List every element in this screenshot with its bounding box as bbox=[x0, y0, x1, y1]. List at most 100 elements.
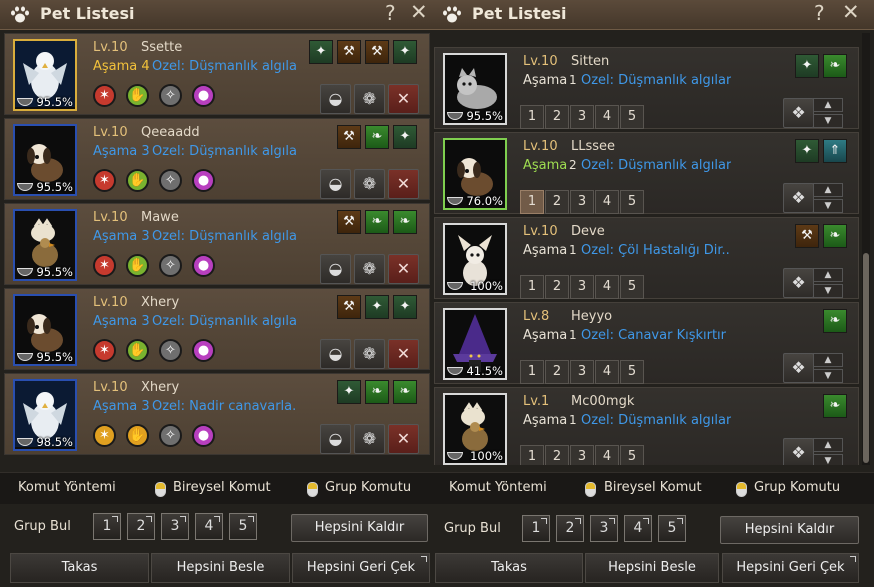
title-bar[interactable]: Pet Listesi ? ✕ bbox=[432, 0, 874, 30]
pet-card[interactable]: 76.0% Lv.10 LLssee Aşama 2 Özel: Düşmanlık al… bbox=[434, 132, 859, 214]
recall-button[interactable]: ✕ bbox=[388, 424, 419, 454]
pet-skill-icon[interactable]: ❧ bbox=[393, 380, 417, 404]
paw-button[interactable]: ❁ bbox=[354, 254, 385, 284]
group-slot-4[interactable]: 4 bbox=[595, 105, 619, 129]
pet-portrait[interactable]: 100% bbox=[443, 223, 507, 295]
recall-button[interactable]: ✕ bbox=[388, 169, 419, 199]
paw-button[interactable]: ❁ bbox=[354, 424, 385, 454]
pet-skill-icon[interactable]: ✦ bbox=[795, 139, 819, 163]
pet-skill-icon[interactable]: ✦ bbox=[337, 380, 361, 404]
group-slot-5[interactable]: 5 bbox=[658, 515, 686, 542]
move-command-icon[interactable]: ✧ bbox=[159, 169, 182, 192]
group-slot-3[interactable]: 3 bbox=[570, 445, 594, 465]
group-slot-5[interactable]: 5 bbox=[620, 275, 644, 299]
pet-skill-icon[interactable]: ✦ bbox=[795, 54, 819, 78]
individual-command-option[interactable]: Bireysel Komut bbox=[604, 480, 702, 495]
group-slot-3[interactable]: 3 bbox=[570, 360, 594, 384]
recall-button[interactable]: ✕ bbox=[388, 254, 419, 284]
pet-skill-icon[interactable]: ✦ bbox=[393, 295, 417, 319]
individual-command-option[interactable]: Bireysel Komut bbox=[173, 480, 271, 495]
pet-skill-icon[interactable]: ❧ bbox=[393, 210, 417, 234]
recall-all-button[interactable]: Hepsini Geri Çek bbox=[292, 553, 430, 583]
pet-skill-icon[interactable]: ✦ bbox=[365, 295, 389, 319]
move-down-button[interactable]: ▼ bbox=[813, 369, 843, 383]
pet-card[interactable]: 95.5% Lv.10 Qeeaadd Aşama 3 Özel: Düşmanlık … bbox=[4, 118, 430, 200]
pet-skill-icon[interactable]: ❧ bbox=[365, 210, 389, 234]
summon-button[interactable]: ❖ bbox=[783, 353, 814, 383]
group-slot-1[interactable]: 1 bbox=[93, 513, 121, 540]
pet-portrait[interactable]: 95.5% bbox=[13, 294, 77, 366]
pet-skill-icon[interactable]: ✦ bbox=[393, 40, 417, 64]
pet-skill-icon[interactable]: ❧ bbox=[365, 125, 389, 149]
paw-button[interactable]: ❁ bbox=[354, 339, 385, 369]
feed-button[interactable]: ◒ bbox=[320, 84, 351, 114]
pet-card[interactable]: 95.5% Lv.10 Xhery Aşama 3 Özel: Düşmanlık al… bbox=[4, 288, 430, 370]
follow-command-icon[interactable]: ● bbox=[192, 84, 215, 107]
summon-button[interactable]: ❖ bbox=[783, 98, 814, 128]
pet-skill-icon[interactable]: ⇑ bbox=[823, 139, 847, 163]
pet-skill-icon[interactable]: ⚒ bbox=[337, 40, 361, 64]
group-slot-1[interactable]: 1 bbox=[522, 515, 550, 542]
pet-skill-icon[interactable]: ❧ bbox=[365, 380, 389, 404]
move-up-button[interactable]: ▲ bbox=[813, 98, 843, 112]
move-command-icon[interactable]: ✧ bbox=[159, 254, 182, 277]
remove-all-button[interactable]: Hepsini Kaldır bbox=[291, 514, 428, 542]
pet-skill-icon[interactable]: ❧ bbox=[823, 394, 847, 418]
pet-portrait[interactable]: 98.5% bbox=[13, 379, 77, 451]
group-slot-2[interactable]: 2 bbox=[545, 190, 569, 214]
move-down-button[interactable]: ▼ bbox=[813, 454, 843, 465]
recall-button[interactable]: ✕ bbox=[388, 84, 419, 114]
attack-command-icon[interactable]: ✶ bbox=[93, 424, 116, 447]
title-bar[interactable]: Pet Listesi ? ✕ bbox=[0, 0, 432, 30]
group-slot-3[interactable]: 3 bbox=[570, 275, 594, 299]
group-command-option[interactable]: Grup Komutu bbox=[754, 480, 840, 495]
feed-button[interactable]: ◒ bbox=[320, 169, 351, 199]
pet-portrait[interactable]: 95.5% bbox=[13, 39, 77, 111]
pet-skill-icon[interactable]: ❧ bbox=[823, 309, 847, 333]
group-slot-1[interactable]: 1 bbox=[520, 445, 544, 465]
group-slot-5[interactable]: 5 bbox=[620, 360, 644, 384]
help-icon[interactable]: ? bbox=[814, 1, 825, 25]
group-slot-4[interactable]: 4 bbox=[595, 360, 619, 384]
pet-portrait[interactable]: 76.0% bbox=[443, 138, 507, 210]
pet-card[interactable]: 98.5% Lv.10 Xhery Aşama 3 Özel: Nadir canava… bbox=[4, 373, 430, 455]
feed-button[interactable]: ◒ bbox=[320, 254, 351, 284]
close-icon[interactable]: ✕ bbox=[842, 0, 860, 24]
pickup-command-icon[interactable]: ✋ bbox=[126, 254, 149, 277]
feed-all-button[interactable]: Hepsini Besle bbox=[585, 553, 719, 583]
group-slot-2[interactable]: 2 bbox=[127, 513, 155, 540]
move-command-icon[interactable]: ✧ bbox=[159, 424, 182, 447]
group-slot-3[interactable]: 3 bbox=[570, 105, 594, 129]
group-slot-4[interactable]: 4 bbox=[595, 275, 619, 299]
pickup-command-icon[interactable]: ✋ bbox=[126, 424, 149, 447]
move-down-button[interactable]: ▼ bbox=[813, 284, 843, 298]
follow-command-icon[interactable]: ● bbox=[192, 339, 215, 362]
pet-skill-icon[interactable]: ❧ bbox=[823, 54, 847, 78]
move-command-icon[interactable]: ✧ bbox=[159, 84, 182, 107]
attack-command-icon[interactable]: ✶ bbox=[93, 339, 116, 362]
attack-command-icon[interactable]: ✶ bbox=[93, 254, 116, 277]
trade-button[interactable]: Takas bbox=[10, 553, 149, 583]
group-slot-1[interactable]: 1 bbox=[520, 360, 544, 384]
paw-button[interactable]: ❁ bbox=[354, 84, 385, 114]
pet-portrait[interactable]: 95.5% bbox=[13, 124, 77, 196]
group-slot-1[interactable]: 1 bbox=[520, 105, 544, 129]
pet-skill-icon[interactable]: ⚒ bbox=[337, 125, 361, 149]
move-up-button[interactable]: ▲ bbox=[813, 353, 843, 367]
group-slot-4[interactable]: 4 bbox=[624, 515, 652, 542]
paw-button[interactable]: ❁ bbox=[354, 169, 385, 199]
group-slot-2[interactable]: 2 bbox=[545, 445, 569, 465]
pickup-command-icon[interactable]: ✋ bbox=[126, 169, 149, 192]
group-slot-4[interactable]: 4 bbox=[595, 190, 619, 214]
summon-button[interactable]: ❖ bbox=[783, 438, 814, 465]
group-command-option[interactable]: Grup Komutu bbox=[325, 480, 411, 495]
group-slot-3[interactable]: 3 bbox=[570, 190, 594, 214]
help-icon[interactable]: ? bbox=[385, 1, 396, 25]
follow-command-icon[interactable]: ● bbox=[192, 254, 215, 277]
pet-card[interactable]: 95.5% Lv.10 Sitten Aşama 1 Özel: Düşmanlık al… bbox=[434, 47, 859, 129]
feed-all-button[interactable]: Hepsini Besle bbox=[151, 553, 290, 583]
move-down-button[interactable]: ▼ bbox=[813, 114, 843, 128]
pet-skill-icon[interactable]: ⚒ bbox=[337, 210, 361, 234]
pet-card[interactable]: 95.5% Lv.10 Mawe Aşama 3 Özel: Düşmanlık alg… bbox=[4, 203, 430, 285]
pet-card[interactable]: 41.5% Lv.8 Heyyo Aşama 1 Özel: Canavar Kışkır… bbox=[434, 302, 859, 384]
